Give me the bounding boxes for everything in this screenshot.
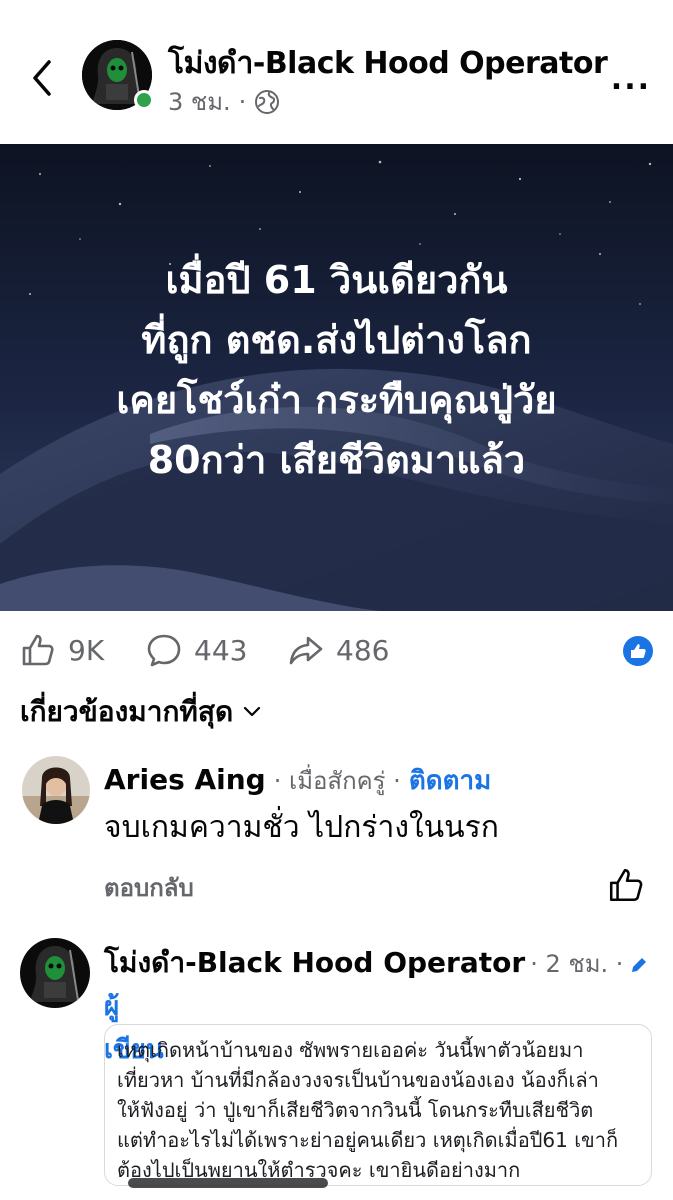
grim-reaper-logo <box>20 938 90 1008</box>
scroll-indicator <box>128 1178 328 1188</box>
reaction-bar: 9K 443 486 <box>0 620 673 680</box>
meta-separator: · <box>238 87 247 116</box>
quoted-message-screenshot[interactable]: เหตุเกิดหน้าบ้านของ ซัพพรายเออค่ะ วันนี้… <box>104 1024 652 1186</box>
caption-line: 80กว่า เสียชีวิตมาแล้ว <box>147 438 526 482</box>
caption-line: ที่ถูก ตชด.ส่งไปต่างโลก <box>141 318 532 362</box>
page-name[interactable]: โม่งดำ-Black Hood Operator <box>168 40 608 87</box>
comment-count: 443 <box>194 633 248 667</box>
user-photo <box>22 756 90 824</box>
follow-button[interactable]: ติดตาม <box>409 760 491 801</box>
commenter-name[interactable]: โม่งดำ-Black Hood Operator <box>104 946 525 979</box>
like-button[interactable]: 9K <box>20 632 104 668</box>
more-options-button[interactable]: ... <box>611 62 651 97</box>
chevron-left-icon <box>33 60 51 96</box>
comment-time: · เมื่อสักครู่ · <box>273 767 401 795</box>
comment-bubble-icon <box>147 634 181 667</box>
post-time[interactable]: 3 ชม. <box>168 82 231 121</box>
thumbs-up-icon <box>631 644 646 658</box>
pencil-icon <box>631 957 646 972</box>
commenter-avatar[interactable] <box>22 756 90 824</box>
like-reaction-badge[interactable] <box>623 636 653 666</box>
commenter-name[interactable]: Aries Aing <box>104 763 266 796</box>
page-avatar[interactable] <box>82 40 154 112</box>
comment-time: · 2 ชม. · <box>530 950 624 978</box>
post-meta: 3 ชม. · <box>168 82 280 121</box>
reply-button[interactable]: ตอบกลับ <box>104 868 194 907</box>
back-button[interactable] <box>22 56 62 100</box>
post-header: โม่งดำ-Black Hood Operator 3 ชม. · ... <box>0 0 673 144</box>
quote-line: แต่ทำอะไรไม่ได้เพราะย่าอยู่คนเดียว เหตุเ… <box>117 1128 619 1152</box>
share-count: 486 <box>336 633 390 667</box>
sort-label: เกี่ยวข้องมากที่สุด <box>20 695 234 728</box>
author-avatar[interactable] <box>20 938 90 1008</box>
quote-line: เหตุเกิดหน้าบ้านของ ซัพพรายเออค่ะ วันนี้… <box>117 1038 584 1062</box>
post-image[interactable]: เมื่อปี 61 วินเดียวกัน ที่ถูก ตชด.ส่งไปต… <box>0 144 673 611</box>
share-button[interactable]: 486 <box>288 632 389 668</box>
comment-button[interactable]: 443 <box>146 632 247 668</box>
author-label: ผู้ <box>104 992 120 1022</box>
globe-icon[interactable] <box>254 89 280 115</box>
share-arrow-icon <box>289 636 323 665</box>
quote-line: ให้ฟังอยู่ ว่า ปู่เขาก็เสียชีวิตจากวินนี… <box>117 1098 594 1122</box>
caption-line: เมื่อปี 61 วินเดียวกัน <box>165 258 508 302</box>
comment-sort-dropdown[interactable]: เกี่ยวข้องมากที่สุด <box>20 690 261 734</box>
comment-text: จบเกมความชั่ว ไปกร่างในนรก <box>104 810 499 845</box>
comment-header: Aries Aing · เมื่อสักครู่ · ติดตาม <box>104 760 491 801</box>
thumbs-up-icon <box>22 634 54 666</box>
online-status-dot <box>134 90 154 110</box>
thumbs-up-icon <box>609 868 643 902</box>
quote-line: เที่ยวหา บ้านที่มีกล้องวงจรเป็นบ้านของน้… <box>117 1068 599 1092</box>
like-count: 9K <box>68 633 105 667</box>
caption-line: เคยโชว์เก๋า กระทืบคุณปู่วัย <box>116 378 557 422</box>
post-image-caption: เมื่อปี 61 วินเดียวกัน ที่ถูก ตชด.ส่งไปต… <box>0 250 673 490</box>
comment-like-button[interactable] <box>606 866 650 906</box>
chevron-down-icon <box>244 706 261 717</box>
